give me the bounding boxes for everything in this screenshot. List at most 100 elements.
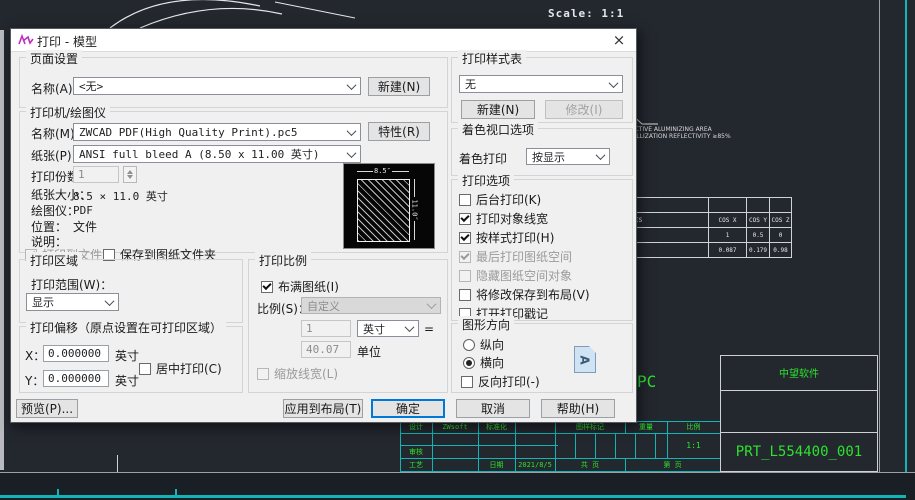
print-area-legend: 打印区域 xyxy=(26,252,82,269)
offset-x-input[interactable]: 0.000000 xyxy=(43,345,109,362)
drawing-frame-vertical-line xyxy=(905,0,907,500)
offset-y-unit: 英寸 xyxy=(115,372,139,389)
plot-style-select[interactable]: 无 xyxy=(459,75,623,93)
checkbox-box[interactable] xyxy=(459,251,471,263)
option-plot-with-styles[interactable]: 按样式打印(H) xyxy=(459,229,554,246)
titleblock-page-no: 第 页 xyxy=(625,458,720,471)
titleblock-line xyxy=(720,390,878,391)
dialog-titlebar[interactable]: 打印 - 模型 × xyxy=(11,29,636,52)
paper-preview: 8.5″ 11.0″ xyxy=(343,163,435,249)
page-setup-new-button[interactable]: 新建(N) xyxy=(368,77,430,96)
titleblock-date-label: 日期 xyxy=(478,458,515,471)
plot-style-modify-button[interactable]: 修改(I) xyxy=(545,100,623,119)
titleblock-process-label: 工艺 xyxy=(400,458,432,471)
chevron-down-icon xyxy=(347,148,357,158)
scale-equals: = xyxy=(424,322,434,336)
shade-plot-select[interactable]: 按显示 xyxy=(526,148,610,165)
scale-lineweights-checkbox[interactable]: 缩放线宽(L) xyxy=(257,365,338,382)
checkbox-box[interactable] xyxy=(459,270,471,282)
scale-select[interactable]: 自定义 xyxy=(301,297,441,314)
page-setup-legend: 页面设置 xyxy=(26,50,82,67)
drawing-tick xyxy=(175,489,177,496)
dim-line xyxy=(414,179,415,197)
offset-x-unit: 英寸 xyxy=(115,347,139,364)
paper-height-dim: 11.0″ xyxy=(411,199,419,220)
plot-style-legend: 打印样式表 xyxy=(458,50,526,67)
checkbox-box[interactable] xyxy=(459,213,471,225)
option-paperspace-last[interactable]: 最后打印图纸空间 xyxy=(459,248,572,265)
printer-name-select[interactable]: ZWCAD PDF(High Quality Print).pc5 xyxy=(73,123,361,141)
print-dialog: 打印 - 模型 × 页面设置 名称(A)： <无> 新建(N) 打印机/绘图仪 … xyxy=(10,28,637,423)
option-save-changes-layout[interactable]: 将修改保存到布局(V) xyxy=(459,286,590,303)
orientation-legend: 图形方向 xyxy=(458,316,514,333)
plotter-label: 绘图仪： xyxy=(31,202,79,219)
radio-button[interactable] xyxy=(463,357,475,369)
checkbox-box[interactable] xyxy=(459,232,471,244)
center-plot-checkbox[interactable]: 居中打印(C) xyxy=(139,360,222,377)
paper-sheet-hatch xyxy=(357,179,410,242)
option-plot-lineweights[interactable]: 打印对象线宽 xyxy=(459,210,548,227)
scale-indicator: Scale: 1:1 xyxy=(548,7,624,20)
dim-line xyxy=(357,171,373,172)
reverse-plot-checkbox[interactable]: 反向打印(-) xyxy=(461,373,540,390)
scale-unit-select[interactable]: 英寸 xyxy=(357,320,419,337)
radio-button[interactable] xyxy=(463,339,475,351)
chevron-down-icon xyxy=(596,150,606,160)
close-icon[interactable]: × xyxy=(602,29,636,51)
dim-line xyxy=(414,221,415,240)
plot-style-new-button[interactable]: 新建(N) xyxy=(461,100,535,119)
help-button[interactable]: 帮助(H) xyxy=(541,399,615,418)
zwcad-logo-icon xyxy=(18,33,34,47)
titleblock-line xyxy=(615,433,616,458)
checkbox-box[interactable] xyxy=(261,281,273,293)
landscape-radio[interactable]: 横向 xyxy=(463,354,504,371)
portrait-radio[interactable]: 纵向 xyxy=(463,336,504,353)
part-number: PRT_L554400_001 xyxy=(720,432,878,472)
drawing-tick xyxy=(117,455,118,472)
checkbox-box[interactable] xyxy=(461,376,473,388)
chevron-down-icon xyxy=(427,299,437,309)
titleblock-line xyxy=(635,433,636,458)
drawing-geometry-curves xyxy=(70,0,390,28)
titleblock-scale-value: 1:1 xyxy=(667,433,720,458)
apply-to-layout-button[interactable]: 应用到布局(T) xyxy=(283,399,363,418)
paper-size-select[interactable]: ANSI full bleed A (8.50 x 11.00 英寸) xyxy=(73,145,361,163)
preview-button[interactable]: 预览(P)... xyxy=(16,399,78,418)
checkbox-box[interactable] xyxy=(257,368,269,380)
chevron-down-icon xyxy=(609,78,619,88)
titleblock-review-label: 审核 xyxy=(400,445,432,458)
drawing-left-border-line xyxy=(0,30,4,470)
material-label: PC xyxy=(637,372,656,391)
option-background-plot[interactable]: 后台打印(K) xyxy=(459,191,541,208)
paper-fold-corner xyxy=(589,346,596,353)
copies-stepper[interactable] xyxy=(123,166,137,183)
scale-numerator-input[interactable]: 1 xyxy=(301,320,351,337)
dialog-title: 打印 - 模型 xyxy=(37,33,97,50)
offset-y-label: Y： xyxy=(25,372,44,389)
checkbox-box[interactable] xyxy=(459,194,471,206)
copies-input[interactable]: 1 xyxy=(73,166,119,183)
drawing-tick xyxy=(57,489,59,496)
checkbox-box[interactable] xyxy=(139,363,151,375)
offset-y-input[interactable]: 0.000000 xyxy=(43,370,109,387)
checkbox-box[interactable] xyxy=(459,289,471,301)
drawing-vertical-border xyxy=(879,0,880,472)
titleblock-line xyxy=(595,433,596,458)
location-value: 文件 xyxy=(73,218,97,235)
cancel-button[interactable]: 取消 xyxy=(456,399,530,418)
print-scale-legend: 打印比例 xyxy=(255,252,311,269)
paper-width-dim: 8.5″ xyxy=(374,167,391,175)
dim-line xyxy=(392,171,409,172)
titleblock-total-pages: 共 页 xyxy=(555,458,625,471)
fit-to-paper-checkbox[interactable]: 布满图纸(I) xyxy=(261,278,339,295)
printer-properties-button[interactable]: 特性(R) xyxy=(368,122,430,141)
titleblock-scale-label: 比例 xyxy=(667,421,720,433)
page-setup-name-select[interactable]: <无> xyxy=(73,77,361,95)
scale-denominator-input[interactable]: 40.07 xyxy=(301,341,351,358)
titleblock-line xyxy=(575,433,576,458)
ok-button[interactable]: 确定 xyxy=(371,399,445,418)
option-hide-paperspace[interactable]: 隐藏图纸空间对象 xyxy=(459,267,572,284)
chevron-down-icon xyxy=(105,296,115,306)
chevron-down-icon xyxy=(347,126,357,136)
print-range-select[interactable]: 显示 xyxy=(26,293,119,311)
